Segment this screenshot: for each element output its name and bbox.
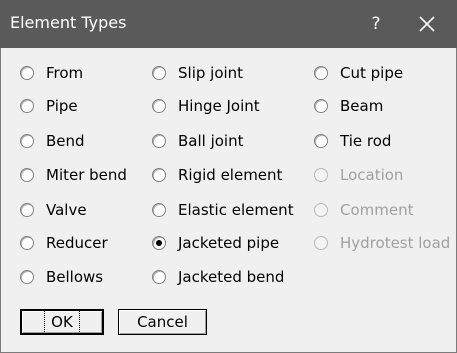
ok-label: OK (44, 310, 80, 334)
radio-circle (152, 66, 166, 80)
radio-cut-pipe[interactable]: Cut pipe (314, 63, 403, 83)
radio-circle (314, 203, 328, 217)
radio-label: Bend (46, 132, 85, 150)
radio-slip-joint[interactable]: Slip joint (152, 63, 243, 83)
dialog-title: Element Types (10, 13, 127, 32)
title-bar: Element Types ? (0, 0, 457, 48)
close-icon (419, 16, 435, 32)
radio-circle (314, 236, 328, 250)
radio-label: Miter bend (46, 166, 127, 184)
radio-circle (152, 168, 166, 182)
window-border-left (0, 48, 1, 353)
radio-label: Location (340, 166, 404, 184)
radio-valve[interactable]: Valve (20, 200, 87, 220)
radio-label: Jacketed pipe (178, 234, 280, 252)
help-button[interactable]: ? (354, 0, 398, 48)
radio-circle (314, 99, 328, 113)
radio-label: Ball joint (178, 132, 244, 150)
ok-button[interactable]: OK (20, 309, 104, 335)
radio-label: Cut pipe (340, 64, 404, 82)
radio-bend[interactable]: Bend (20, 131, 85, 151)
radio-miter-bend[interactable]: Miter bend (20, 165, 127, 185)
radio-label: Hydrotest load (340, 234, 451, 252)
radio-beam[interactable]: Beam (314, 96, 383, 116)
radio-circle (314, 134, 328, 148)
radio-pipe[interactable]: Pipe (20, 96, 78, 116)
radio-label: Elastic element (178, 201, 294, 219)
radio-label: Beam (340, 97, 384, 115)
radio-label: Pipe (46, 97, 78, 115)
radio-label: Rigid element (178, 166, 283, 184)
radio-jacketed-bend[interactable]: Jacketed bend (152, 267, 284, 287)
help-label: ? (371, 14, 381, 34)
radio-ball-joint[interactable]: Ball joint (152, 131, 244, 151)
radio-circle (152, 203, 166, 217)
radio-circle (20, 236, 34, 250)
cancel-button[interactable]: Cancel (118, 309, 207, 335)
radio-circle (20, 66, 34, 80)
radio-circle (20, 99, 34, 113)
radio-rigid-element[interactable]: Rigid element (152, 165, 282, 185)
radio-comment[interactable]: Comment (314, 200, 414, 220)
cancel-label: Cancel (137, 313, 188, 331)
radio-hinge-joint[interactable]: Hinge Joint (152, 96, 260, 116)
radio-circle (152, 134, 166, 148)
radio-reducer[interactable]: Reducer (20, 233, 108, 253)
radio-hydrotest-load[interactable]: Hydrotest load (314, 233, 450, 253)
radio-circle (20, 134, 34, 148)
radio-label: Jacketed bend (178, 268, 285, 286)
radio-label: Comment (340, 201, 414, 219)
radio-label: Slip joint (178, 64, 244, 82)
dialog-body: From Pipe Bend Miter bend Valve Reducer … (0, 48, 457, 353)
radio-circle (20, 270, 34, 284)
radio-circle (20, 168, 34, 182)
radio-circle (20, 203, 34, 217)
radio-bellows[interactable]: Bellows (20, 267, 103, 287)
close-button[interactable] (402, 0, 452, 48)
radio-label: Tie rod (340, 132, 392, 150)
radio-label: Valve (46, 201, 87, 219)
radio-location[interactable]: Location (314, 165, 403, 185)
radio-label: Hinge Joint (178, 97, 260, 115)
radio-jacketed-pipe[interactable]: Jacketed pipe (152, 233, 279, 253)
radio-tie-rod[interactable]: Tie rod (314, 131, 391, 151)
radio-label: From (46, 64, 84, 82)
radio-elastic-element[interactable]: Elastic element (152, 200, 294, 220)
radio-circle (152, 99, 166, 113)
radio-from[interactable]: From (20, 63, 83, 83)
radio-label: Bellows (46, 268, 104, 286)
radio-circle (152, 270, 166, 284)
radio-circle (314, 66, 328, 80)
radio-label: Reducer (46, 234, 108, 252)
radio-circle (152, 236, 166, 250)
radio-circle (314, 168, 328, 182)
